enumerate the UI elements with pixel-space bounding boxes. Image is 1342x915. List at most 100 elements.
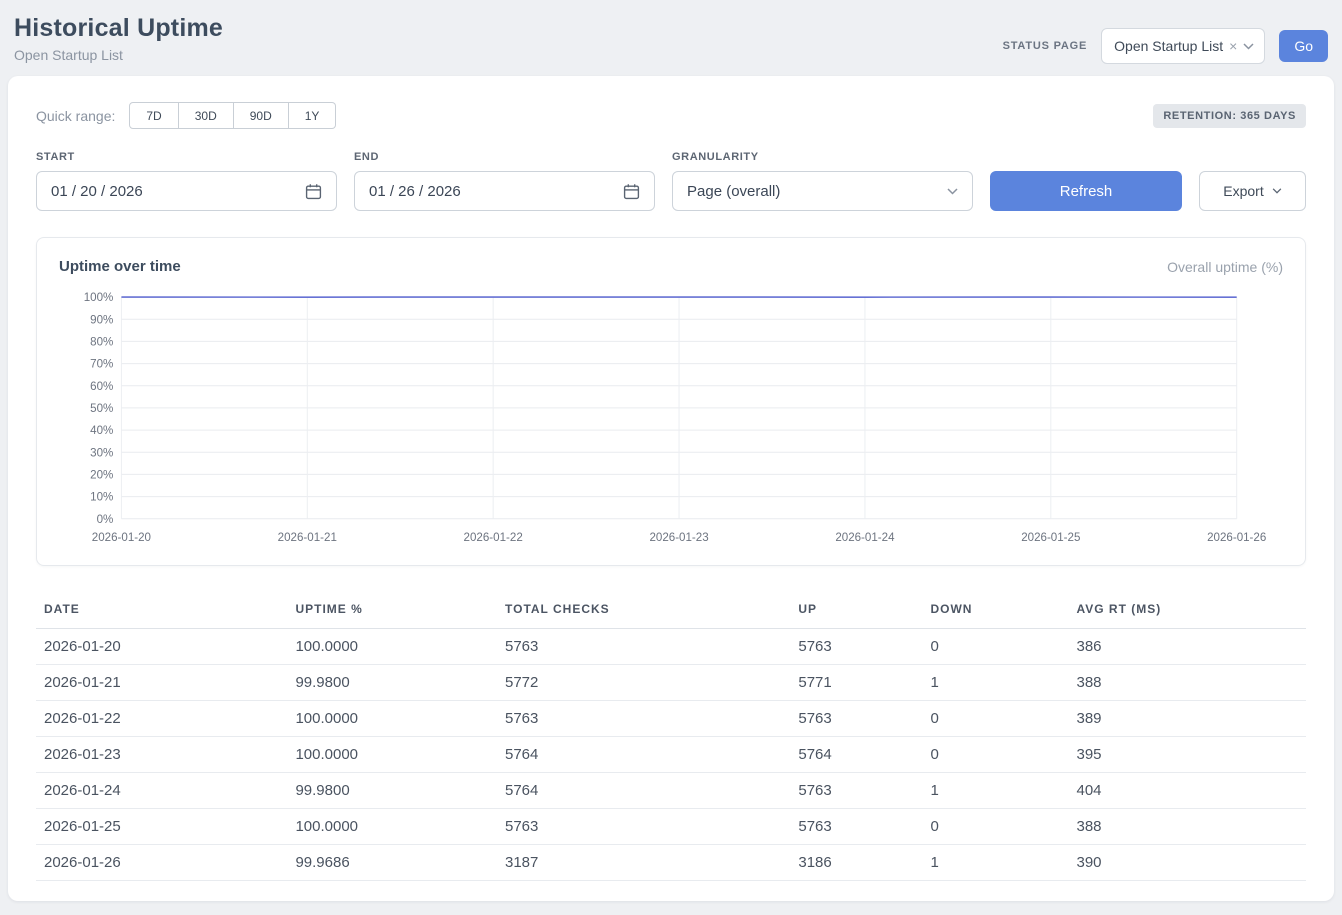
quick-range-90d[interactable]: 90D: [234, 102, 289, 129]
page-title: Historical Uptime: [14, 14, 223, 43]
svg-text:70%: 70%: [90, 359, 113, 371]
table-cell: 0: [922, 701, 1068, 737]
svg-text:20%: 20%: [90, 469, 113, 481]
column-header: UPTIME %: [287, 592, 497, 629]
retention-badge: RETENTION: 365 DAYS: [1153, 104, 1306, 128]
table-cell: 3186: [790, 845, 922, 881]
chart-title: Uptime over time: [59, 258, 181, 275]
status-page-label: STATUS PAGE: [1003, 40, 1088, 52]
column-header: UP: [790, 592, 922, 629]
clear-icon[interactable]: ×: [1229, 38, 1237, 54]
quick-range-1y[interactable]: 1Y: [289, 102, 337, 129]
svg-text:2026-01-20: 2026-01-20: [92, 532, 151, 544]
column-header: TOTAL CHECKS: [497, 592, 790, 629]
end-date-value: 01 / 26 / 2026: [369, 183, 623, 200]
chart-header: Uptime over time Overall uptime (%): [59, 258, 1283, 275]
table-cell: 395: [1068, 737, 1306, 773]
status-page-select[interactable]: Open Startup List ×: [1101, 28, 1265, 64]
table-cell: 100.0000: [287, 737, 497, 773]
table-cell: 2026-01-22: [36, 701, 287, 737]
table-cell: 2026-01-20: [36, 629, 287, 665]
export-label: Export: [1223, 183, 1263, 199]
granularity-field: GRANULARITY Page (overall): [672, 151, 973, 211]
svg-text:2026-01-22: 2026-01-22: [464, 532, 523, 544]
uptime-table: DATEUPTIME %TOTAL CHECKSUPDOWNAVG RT (MS…: [36, 592, 1306, 881]
table-cell: 5772: [497, 665, 790, 701]
calendar-icon[interactable]: [623, 183, 640, 200]
chevron-down-icon: [1272, 188, 1282, 194]
end-date-input[interactable]: 01 / 26 / 2026: [354, 171, 655, 211]
table-row: 2026-01-2199.9800577257711388: [36, 665, 1306, 701]
page: Historical Uptime Open Startup List STAT…: [0, 0, 1342, 915]
granularity-label: GRANULARITY: [672, 151, 973, 163]
end-label: END: [354, 151, 655, 163]
svg-text:2026-01-23: 2026-01-23: [649, 532, 708, 544]
start-label: START: [36, 151, 337, 163]
table-cell: 0: [922, 629, 1068, 665]
quick-range-row: Quick range: 7D30D90D1Y RETENTION: 365 D…: [36, 102, 1306, 129]
table-cell: 5763: [790, 701, 922, 737]
table-cell: 100.0000: [287, 809, 497, 845]
svg-text:80%: 80%: [90, 336, 113, 348]
column-header: AVG RT (MS): [1068, 592, 1306, 629]
table-cell: 389: [1068, 701, 1306, 737]
table-cell: 0: [922, 809, 1068, 845]
granularity-select[interactable]: Page (overall): [672, 171, 973, 211]
table-row: 2026-01-20100.0000576357630386: [36, 629, 1306, 665]
table-cell: 5764: [790, 737, 922, 773]
svg-text:40%: 40%: [90, 425, 113, 437]
status-page-value: Open Startup List: [1114, 38, 1223, 54]
table-cell: 388: [1068, 809, 1306, 845]
header-right: STATUS PAGE Open Startup List × Go: [1003, 14, 1328, 64]
table-cell: 1: [922, 773, 1068, 809]
svg-text:0%: 0%: [97, 514, 114, 526]
table-cell: 2026-01-21: [36, 665, 287, 701]
export-button[interactable]: Export: [1199, 171, 1306, 211]
table-cell: 5771: [790, 665, 922, 701]
header-left: Historical Uptime Open Startup List: [14, 14, 223, 63]
quick-range-30d[interactable]: 30D: [179, 102, 234, 129]
table-cell: 2026-01-24: [36, 773, 287, 809]
table-cell: 404: [1068, 773, 1306, 809]
end-date-field: END 01 / 26 / 2026: [354, 151, 655, 211]
table-cell: 99.9800: [287, 665, 497, 701]
refresh-button[interactable]: Refresh: [990, 171, 1182, 211]
table-cell: 99.9686: [287, 845, 497, 881]
page-header: Historical Uptime Open Startup List STAT…: [8, 8, 1334, 76]
start-date-input[interactable]: 01 / 20 / 2026: [36, 171, 337, 211]
quick-range-label: Quick range:: [36, 108, 115, 124]
quick-range-group: Quick range: 7D30D90D1Y: [36, 102, 336, 129]
chevron-down-icon: [947, 188, 958, 195]
controls-row: START 01 / 20 / 2026 END: [36, 151, 1306, 211]
table-cell: 3187: [497, 845, 790, 881]
svg-text:50%: 50%: [90, 403, 113, 415]
quick-range-buttons: 7D30D90D1Y: [129, 102, 336, 129]
table-cell: 388: [1068, 665, 1306, 701]
quick-range-7d[interactable]: 7D: [129, 102, 178, 129]
chevron-down-icon: [1243, 43, 1254, 50]
chart-legend: Overall uptime (%): [1167, 259, 1283, 275]
svg-text:60%: 60%: [90, 381, 113, 393]
table-cell: 5763: [790, 809, 922, 845]
table-cell: 0: [922, 737, 1068, 773]
table-cell: 1: [922, 665, 1068, 701]
table-cell: 390: [1068, 845, 1306, 881]
column-header: DOWN: [922, 592, 1068, 629]
table-row: 2026-01-25100.0000576357630388: [36, 809, 1306, 845]
go-button[interactable]: Go: [1279, 30, 1328, 62]
start-date-field: START 01 / 20 / 2026: [36, 151, 337, 211]
table-cell: 386: [1068, 629, 1306, 665]
table-cell: 1: [922, 845, 1068, 881]
table-cell: 5763: [497, 629, 790, 665]
main-card: Quick range: 7D30D90D1Y RETENTION: 365 D…: [8, 76, 1334, 901]
table-row: 2026-01-22100.0000576357630389: [36, 701, 1306, 737]
table-cell: 5764: [497, 737, 790, 773]
table-row: 2026-01-2699.9686318731861390: [36, 845, 1306, 881]
column-header: DATE: [36, 592, 287, 629]
calendar-icon[interactable]: [305, 183, 322, 200]
uptime-chart-card: Uptime over time Overall uptime (%) 0%10…: [36, 237, 1306, 566]
svg-text:2026-01-26: 2026-01-26: [1207, 532, 1266, 544]
table-cell: 5763: [790, 629, 922, 665]
table-header-row: DATEUPTIME %TOTAL CHECKSUPDOWNAVG RT (MS…: [36, 592, 1306, 629]
granularity-value: Page (overall): [687, 183, 947, 200]
